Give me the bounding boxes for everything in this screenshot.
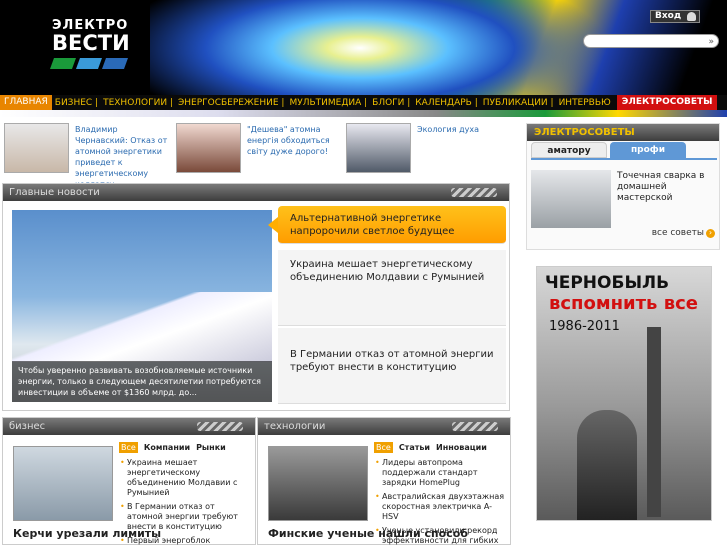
person-card[interactable]: "Дешева" атомна енергія обходиться світу… [176,123,348,175]
user-icon [687,12,696,21]
nav-item-electro-advice[interactable]: ЭЛЕКТРОСОВЕТЫ [616,95,718,110]
person-caption[interactable]: Экология духа [417,124,497,135]
news-story[interactable]: Украина мешает энергетическому объединен… [278,250,506,326]
logo-bar-darkblue [101,58,129,69]
list-item[interactable]: В Германии отказ от атомной энергии треб… [120,502,253,532]
site-logo[interactable]: ЭЛЕКТРО ВЕСТИ [49,18,132,78]
logo-line-2: ВЕСТИ [52,31,130,55]
main-news-title: Главные новости [9,187,100,198]
news-story[interactable]: В Германии отказ от атомной энергии треб… [278,328,506,404]
banner-figure [577,410,637,520]
main-news-header: Главные новости [3,184,509,201]
tab-pro[interactable]: профи [610,142,686,158]
tag-markets[interactable]: Рынки [196,443,226,452]
search-icon[interactable]: » [708,37,714,47]
technology-tags: Все Статьи Инновации [374,442,487,453]
technology-thumb[interactable] [268,446,368,521]
technology-header: технологии [258,418,510,435]
banner-line-3: 1986-2011 [549,319,620,334]
tag-articles[interactable]: Статьи [399,443,430,452]
logo-bars [49,58,132,69]
nav-item-calendar[interactable]: КАЛЕНДАРЬ | [412,98,479,108]
logo-bar-green [49,58,77,69]
nav-item-multimedia[interactable]: МУЛЬТИМЕДИА | [286,98,369,108]
tag-companies[interactable]: Компании [144,443,190,452]
advice-image[interactable] [531,170,611,228]
hero-image[interactable]: Чтобы уверенно развивать возобновляемые … [12,210,272,402]
advice-item-title[interactable]: Точечная сварка в домашней мастерской [617,171,717,204]
nav-item-energy-saving[interactable]: ЭНЕРГОСБЕРЕЖЕНИЕ | [175,98,286,108]
electro-advice-panel: ЭЛЕКТРОСОВЕТЫ аматору профи Точечная сва… [526,123,720,250]
tag-all[interactable]: Все [374,442,393,453]
logo-bar-blue [75,58,103,69]
nav-item-interview[interactable]: ИНТЕРВЬЮ [556,98,613,108]
header-ribbon [0,110,727,117]
hero-caption[interactable]: Чтобы уверенно развивать возобновляемые … [12,361,272,402]
business-section: бизнес Керчи урезали лимиты Все Компании… [2,417,256,546]
business-header: бизнес [3,418,255,435]
tag-all[interactable]: Все [119,442,138,453]
list-item[interactable]: Украина мешает энергетическому объединен… [120,458,253,498]
login-label: Вход [655,11,682,21]
advice-tabs: аматору профи [531,142,686,158]
person-card[interactable]: Владимир Чернавский: Отказ от атомной эн… [4,123,174,189]
header-decoration [452,422,498,431]
business-list: Украина мешает энергетическому объединен… [120,458,253,550]
site-header: ЭЛЕКТРО ВЕСТИ Вход » [0,0,727,95]
person-caption[interactable]: "Дешева" атомна енергія обходиться світу… [247,124,347,157]
technology-title: технологии [264,421,326,432]
featured-people: Владимир Чернавский: Отказ от атомной эн… [4,123,514,189]
nav-item-technology[interactable]: ТЕХНОЛОГИИ | [100,98,175,108]
hero-mountain [12,292,272,362]
nav-item-main[interactable]: ГЛАВНАЯ [0,95,52,110]
tab-amateur[interactable]: аматору [531,142,607,158]
person-caption[interactable]: Владимир Чернавский: Отказ от атомной эн… [75,124,171,190]
list-item[interactable]: Лидеры автопрома поддержали стандарт зар… [375,458,508,488]
news-story-active[interactable]: Альтернативной энергетике напророчили св… [268,206,506,244]
advice-header: ЭЛЕКТРОСОВЕТЫ [527,124,719,141]
header-decoration [451,188,497,197]
technology-section: технологии Финские ученые нашли способ В… [257,417,511,545]
header-decoration [197,422,243,431]
search-input[interactable]: » [583,34,719,48]
person-photo[interactable] [176,123,241,173]
person-photo[interactable] [346,123,411,173]
nav-item-publications[interactable]: ПУБЛИКАЦИИ | [480,98,556,108]
all-advice-link[interactable]: все советы [652,228,715,238]
business-thumb[interactable] [13,446,113,521]
technology-list: Лидеры автопрома поддержали стандарт зар… [375,458,508,550]
nav-item-business[interactable]: БИЗНЕС | [52,98,100,108]
tag-innovations[interactable]: Инновации [436,443,487,452]
person-card[interactable]: Экология духа [346,123,506,175]
list-item[interactable]: Ученые установили рекорд эффективности д… [375,526,508,546]
person-photo[interactable] [4,123,69,173]
business-title: бизнес [9,421,46,432]
banner-tower [647,327,661,517]
nav-item-blogs[interactable]: БЛОГИ | [369,98,412,108]
login-button[interactable]: Вход [650,10,700,23]
advice-body: Точечная сварка в домашней мастерской вс… [531,158,717,244]
banner-line-1: ЧЕРНОБЫЛЬ [545,273,670,293]
chernobyl-banner[interactable]: ЧЕРНОБЫЛЬ вспомнить все 1986-2011 [536,266,712,521]
list-item[interactable]: Австралийская двухэтажная скоростная эле… [375,492,508,522]
main-news-panel: Главные новости Чтобы уверенно развивать… [2,183,510,411]
main-navigation: ГЛАВНАЯ БИЗНЕС | ТЕХНОЛОГИИ | ЭНЕРГОСБЕР… [0,95,727,110]
business-tags: Все Компании Рынки [119,442,226,453]
banner-line-2: вспомнить все [549,293,698,314]
